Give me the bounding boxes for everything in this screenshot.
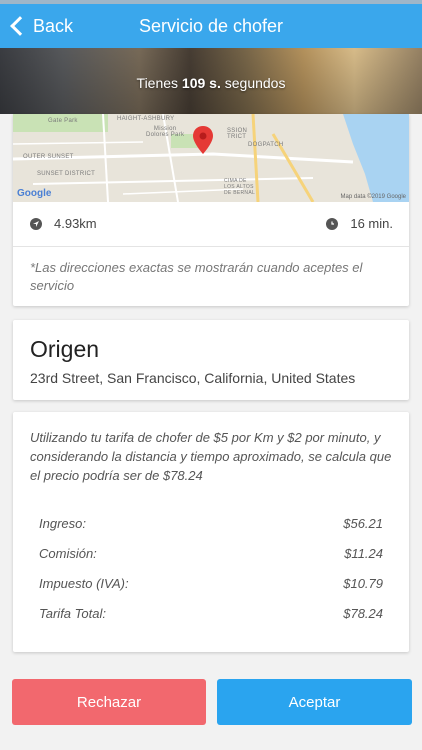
price-row-label: Ingreso: (39, 516, 86, 531)
countdown-banner: Tienes 109 s. segundos (0, 48, 422, 114)
price-row-income: Ingreso: $56.21 (39, 516, 383, 531)
trip-stats: 4.93km 16 min. (13, 202, 409, 247)
countdown-seconds: 109 s. (181, 75, 221, 91)
countdown-text: Tienes 109 s. segundos (136, 75, 286, 91)
map-pin-icon (193, 126, 213, 154)
pricing-card: Utilizando tu tarifa de chofer de $5 por… (13, 412, 409, 652)
pricing-description: Utilizando tu tarifa de chofer de $5 por… (30, 430, 392, 483)
distance-value: 4.93km (54, 216, 97, 231)
price-row-value: $10.79 (343, 576, 383, 591)
reject-button[interactable]: Rechazar (12, 679, 206, 725)
route-map[interactable]: Gate Park HAIGHT-ASHBURY Mission Dolores… (13, 114, 409, 202)
price-row-value: $56.21 (343, 516, 383, 531)
navigation-arrow-icon (30, 217, 42, 230)
map-attribution: Map data ©2019 Google (340, 194, 406, 200)
price-row-value: $11.24 (344, 546, 383, 561)
price-row-total: Tarifa Total: $78.24 (39, 606, 383, 621)
price-row-label: Tarifa Total: (39, 606, 106, 621)
google-logo: Google (17, 188, 52, 199)
price-row-commission: Comisión: $11.24 (39, 546, 383, 561)
price-row-tax: Impuesto (IVA): $10.79 (39, 576, 383, 591)
origin-address: 23rd Street, San Francisco, California, … (30, 370, 356, 386)
page-title: Servicio de chofer (138, 16, 284, 36)
origin-title: Origen (30, 336, 100, 362)
time-stat: 16 min. (326, 216, 393, 231)
clock-icon (326, 217, 339, 230)
price-row-label: Comisión: (39, 546, 97, 561)
accept-button[interactable]: Aceptar (217, 679, 412, 725)
origin-card: Origen 23rd Street, San Francisco, Calif… (13, 320, 409, 400)
directions-disclaimer: *Las direcciones exactas se mostrarán cu… (30, 260, 363, 293)
nav-bar: Back Servicio de chofer (0, 4, 422, 48)
price-row-label: Impuesto (IVA): (39, 576, 129, 591)
trip-card: Gate Park HAIGHT-ASHBURY Mission Dolores… (13, 114, 409, 306)
time-value: 16 min. (350, 216, 393, 231)
price-row-value: $78.24 (343, 606, 383, 621)
distance-stat: 4.93km (30, 216, 97, 231)
